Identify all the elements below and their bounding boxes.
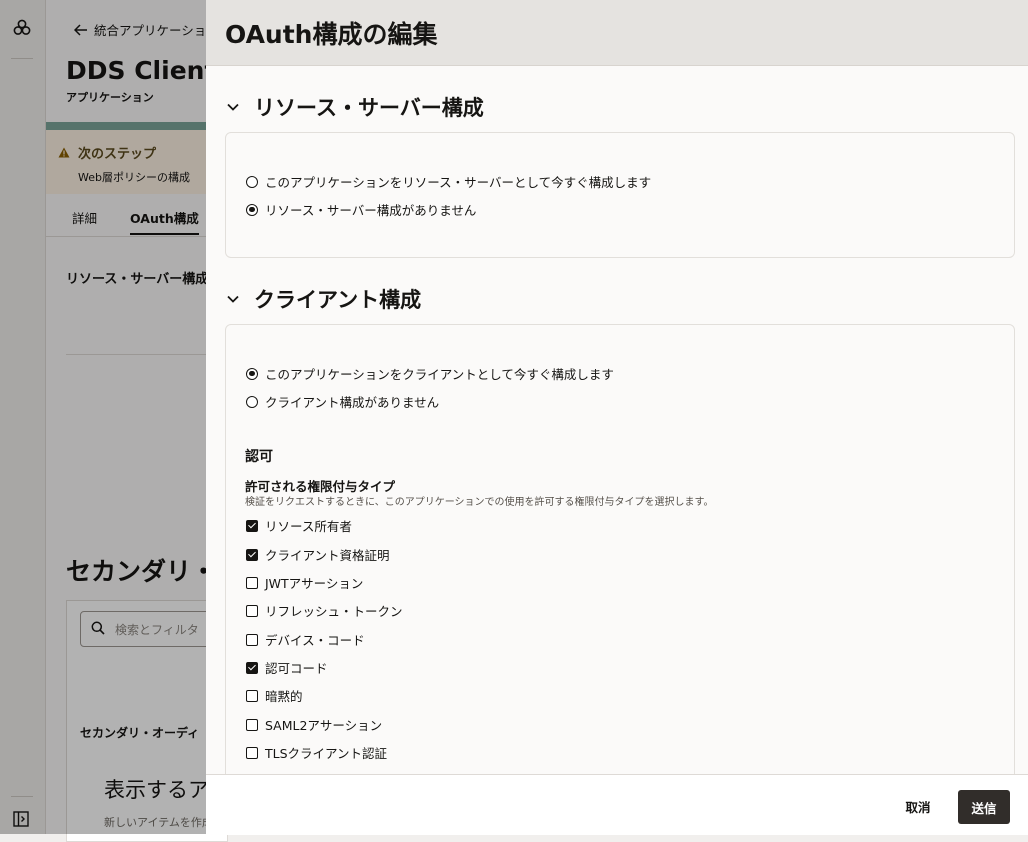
checkbox[interactable] <box>246 548 258 561</box>
checkbox-label: 暗黙的 <box>265 689 303 704</box>
grant-refresh-token-checkbox[interactable]: リフレッシュ・トークン <box>246 601 403 620</box>
grant-authorization-code-checkbox[interactable]: 認可コード <box>246 658 328 677</box>
cancel-button[interactable]: 取消 <box>894 790 942 822</box>
checkbox-label: リソース所有者 <box>265 519 352 534</box>
checkbox[interactable] <box>246 576 258 589</box>
chevron-down-icon <box>227 295 239 303</box>
grant-device-code-checkbox[interactable]: デバイス・コード <box>246 630 365 649</box>
checkbox-label: 認可コード <box>265 661 328 676</box>
checkbox[interactable] <box>246 661 258 674</box>
radio-label: このアプリケーションをリソース・サーバーとして今すぐ構成します <box>265 175 652 190</box>
radio-label: リソース・サーバー構成がありません <box>265 203 477 218</box>
checkbox[interactable] <box>246 718 258 731</box>
radio-button[interactable] <box>246 175 258 188</box>
grant-client-credentials-checkbox[interactable]: クライアント資格証明 <box>246 545 390 564</box>
resource-server-card: このアプリケーションをリソース・サーバーとして今すぐ構成します リソース・サーバ… <box>225 132 1015 258</box>
modal-overlay[interactable] <box>0 0 206 834</box>
checkbox-label: リフレッシュ・トークン <box>265 604 403 619</box>
grant-implicit-checkbox[interactable]: 暗黙的 <box>246 686 303 705</box>
drawer-header: OAuth構成の編集 <box>206 0 1028 66</box>
checkbox[interactable] <box>246 633 258 646</box>
chevron-down-icon <box>227 103 239 111</box>
client-configure-radio[interactable]: このアプリケーションをクライアントとして今すぐ構成します <box>246 364 614 383</box>
client-none-radio[interactable]: クライアント構成がありません <box>246 392 439 411</box>
checkbox-label: デバイス・コード <box>265 633 365 648</box>
grant-tls-client-auth-checkbox[interactable]: TLSクライアント認証 <box>246 743 387 762</box>
grant-types-help: 検証をリクエストするときに、このアプリケーションでの使用を許可する権限付与タイプ… <box>245 497 714 508</box>
drawer-footer: 取消 送信 <box>206 774 1028 835</box>
resource-server-configure-radio[interactable]: このアプリケーションをリソース・サーバーとして今すぐ構成します <box>246 172 651 191</box>
resource-server-section-title: リソース・サーバー構成 <box>254 96 484 120</box>
submit-button[interactable]: 送信 <box>958 790 1010 824</box>
grant-resource-owner-checkbox[interactable]: リソース所有者 <box>246 516 352 535</box>
radio-button[interactable] <box>246 367 258 380</box>
checkbox[interactable] <box>246 519 258 532</box>
drawer-body[interactable]: リソース・サーバー構成 このアプリケーションをリソース・サーバーとして今すぐ構成… <box>206 66 1028 774</box>
resource-server-none-radio[interactable]: リソース・サーバー構成がありません <box>246 200 476 219</box>
client-card: このアプリケーションをクライアントとして今すぐ構成します クライアント構成があり… <box>225 324 1015 774</box>
checkbox[interactable] <box>246 604 258 617</box>
radio-button[interactable] <box>246 395 258 408</box>
radio-button[interactable] <box>246 203 258 216</box>
authorization-heading: 認可 <box>245 449 273 465</box>
resource-server-section-header[interactable]: リソース・サーバー構成 <box>226 92 484 122</box>
checkbox-label: クライアント資格証明 <box>265 548 390 563</box>
radio-label: このアプリケーションをクライアントとして今すぐ構成します <box>265 367 614 382</box>
checkbox-label: TLSクライアント認証 <box>265 746 388 761</box>
checkbox[interactable] <box>246 746 258 759</box>
radio-label: クライアント構成がありません <box>265 395 440 410</box>
drawer-title: OAuth構成の編集 <box>225 20 438 49</box>
checkbox[interactable] <box>246 689 258 702</box>
client-section-header[interactable]: クライアント構成 <box>226 284 421 314</box>
grant-saml2-assertion-checkbox[interactable]: SAML2アサーション <box>246 715 382 734</box>
checkbox-label: JWTアサーション <box>265 576 364 591</box>
client-section-title: クライアント構成 <box>254 288 422 312</box>
edit-oauth-drawer: OAuth構成の編集 リソース・サーバー構成 このアプリケーションをリソース・サ… <box>206 0 1028 835</box>
checkbox-label: SAML2アサーション <box>265 718 383 733</box>
grant-jwt-assertion-checkbox[interactable]: JWTアサーション <box>246 573 363 592</box>
